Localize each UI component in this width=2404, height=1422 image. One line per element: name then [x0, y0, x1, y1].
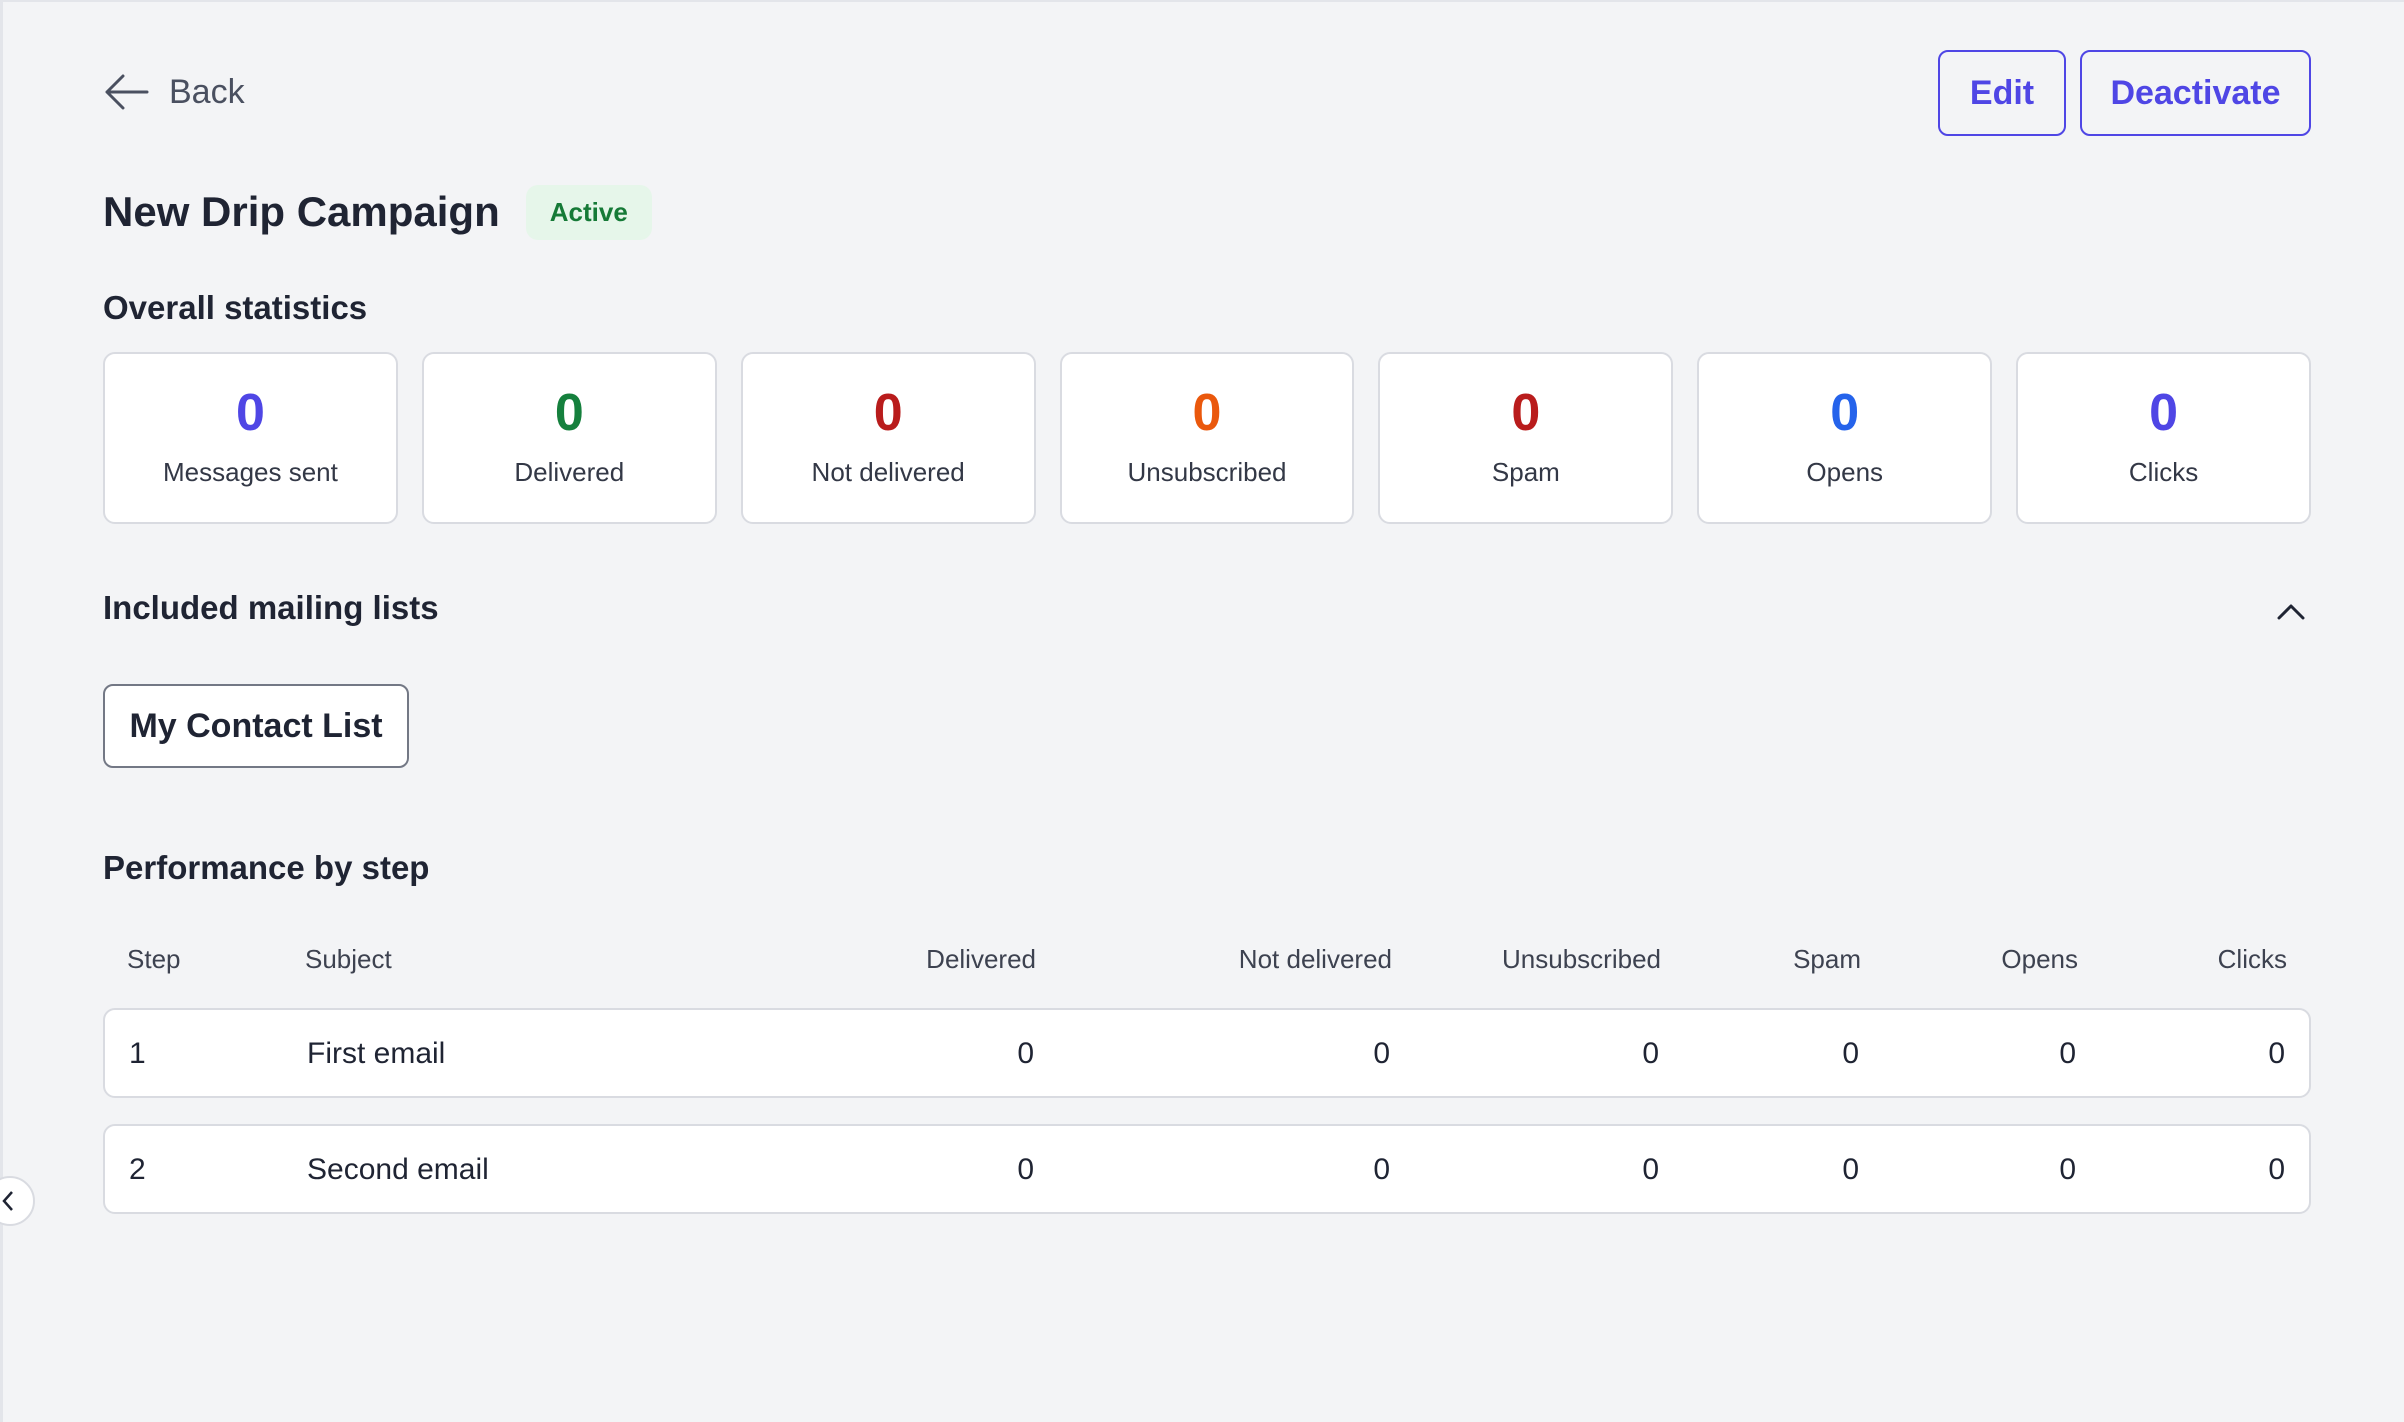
cell-step: 2 — [129, 1153, 146, 1186]
column-header-subject: Subject — [305, 944, 392, 974]
column-header-opens: Opens — [2001, 944, 2078, 974]
stat-value: 0 — [1511, 383, 1541, 442]
overall-statistics-heading: Overall statistics — [103, 289, 368, 326]
cell-clicks: 0 — [2268, 1153, 2285, 1186]
cell-delivered: 0 — [1017, 1153, 1034, 1186]
stat-card-unsubscribed: 0 Unsubscribed — [1059, 352, 1355, 524]
stat-label: Messages sent — [162, 456, 338, 487]
stat-value: 0 — [235, 383, 265, 442]
page-title: New Drip Campaign — [103, 188, 500, 235]
cell-unsubscribed: 0 — [1642, 1153, 1659, 1186]
chevron-left-icon — [2, 1191, 13, 1211]
column-header-spam: Spam — [1793, 944, 1861, 974]
table-row[interactable]: 2 Second email 0 0 0 0 0 0 — [103, 1124, 2311, 1214]
stat-value: 0 — [1830, 383, 1860, 442]
column-header-not-delivered: Not delivered — [1238, 944, 1392, 974]
column-header-clicks: Clicks — [2217, 944, 2287, 974]
cell-step: 1 — [129, 1037, 146, 1070]
chevron-up-icon[interactable] — [2271, 592, 2311, 632]
cell-not-delivered: 0 — [1373, 1037, 1390, 1070]
cell-subject: Second email — [307, 1153, 489, 1186]
cell-unsubscribed: 0 — [1642, 1037, 1659, 1070]
stat-card-opens: 0 Opens — [1697, 352, 1993, 524]
stats-row: 0 Messages sent 0 Delivered 0 Not delive… — [103, 352, 2312, 524]
cell-opens: 0 — [2059, 1153, 2076, 1186]
stat-value: 0 — [554, 383, 584, 442]
stat-label: Not delivered — [811, 456, 965, 487]
cell-delivered: 0 — [1017, 1037, 1034, 1070]
mailing-lists-heading: Included mailing lists — [103, 589, 439, 626]
edit-button[interactable]: Edit — [1938, 50, 2066, 136]
stat-card-clicks: 0 Clicks — [2016, 352, 2312, 524]
stat-value: 0 — [1192, 383, 1222, 442]
stat-label: Spam — [1491, 456, 1560, 487]
cell-spam: 0 — [1842, 1037, 1859, 1070]
deactivate-button[interactable]: Deactivate — [2080, 50, 2311, 136]
mailing-list-chip[interactable]: My Contact List — [103, 684, 409, 768]
cell-opens: 0 — [2059, 1037, 2076, 1070]
status-badge: Active — [525, 184, 652, 240]
stat-card-spam: 0 Spam — [1378, 352, 1674, 524]
column-header-unsubscribed: Unsubscribed — [1502, 944, 1661, 974]
performance-heading: Performance by step — [103, 849, 430, 886]
back-link[interactable]: Back — [103, 64, 245, 120]
stat-label: Unsubscribed — [1127, 456, 1287, 487]
stat-label: Clicks — [2128, 456, 2199, 487]
arrow-left-icon — [105, 74, 149, 110]
stat-card-messages-sent: 0 Messages sent — [103, 352, 398, 524]
title-row: New Drip Campaign Active — [103, 184, 652, 240]
cell-subject: First email — [307, 1037, 446, 1070]
cell-spam: 0 — [1842, 1153, 1859, 1186]
stat-value: 0 — [2149, 383, 2179, 442]
sidebar-toggle[interactable] — [0, 1176, 35, 1226]
stat-card-not-delivered: 0 Not delivered — [740, 352, 1036, 524]
cell-not-delivered: 0 — [1373, 1153, 1390, 1186]
table-row[interactable]: 1 First email 0 0 0 0 0 0 — [103, 1008, 2311, 1098]
cell-clicks: 0 — [2268, 1037, 2285, 1070]
top-bar: Back Edit Deactivate — [103, 50, 2311, 136]
stat-card-delivered: 0 Delivered — [421, 352, 717, 524]
stat-label: Opens — [1806, 456, 1884, 487]
column-header-step: Step — [127, 944, 181, 974]
page-frame: Back Edit Deactivate New Drip Campaign A… — [0, 0, 2404, 1422]
column-header-delivered: Delivered — [926, 944, 1036, 974]
stat-label: Delivered — [514, 456, 625, 487]
back-label: Back — [169, 72, 245, 111]
stat-value: 0 — [873, 383, 903, 442]
table-header: Step Subject Delivered Not delivered Uns… — [103, 942, 2311, 982]
